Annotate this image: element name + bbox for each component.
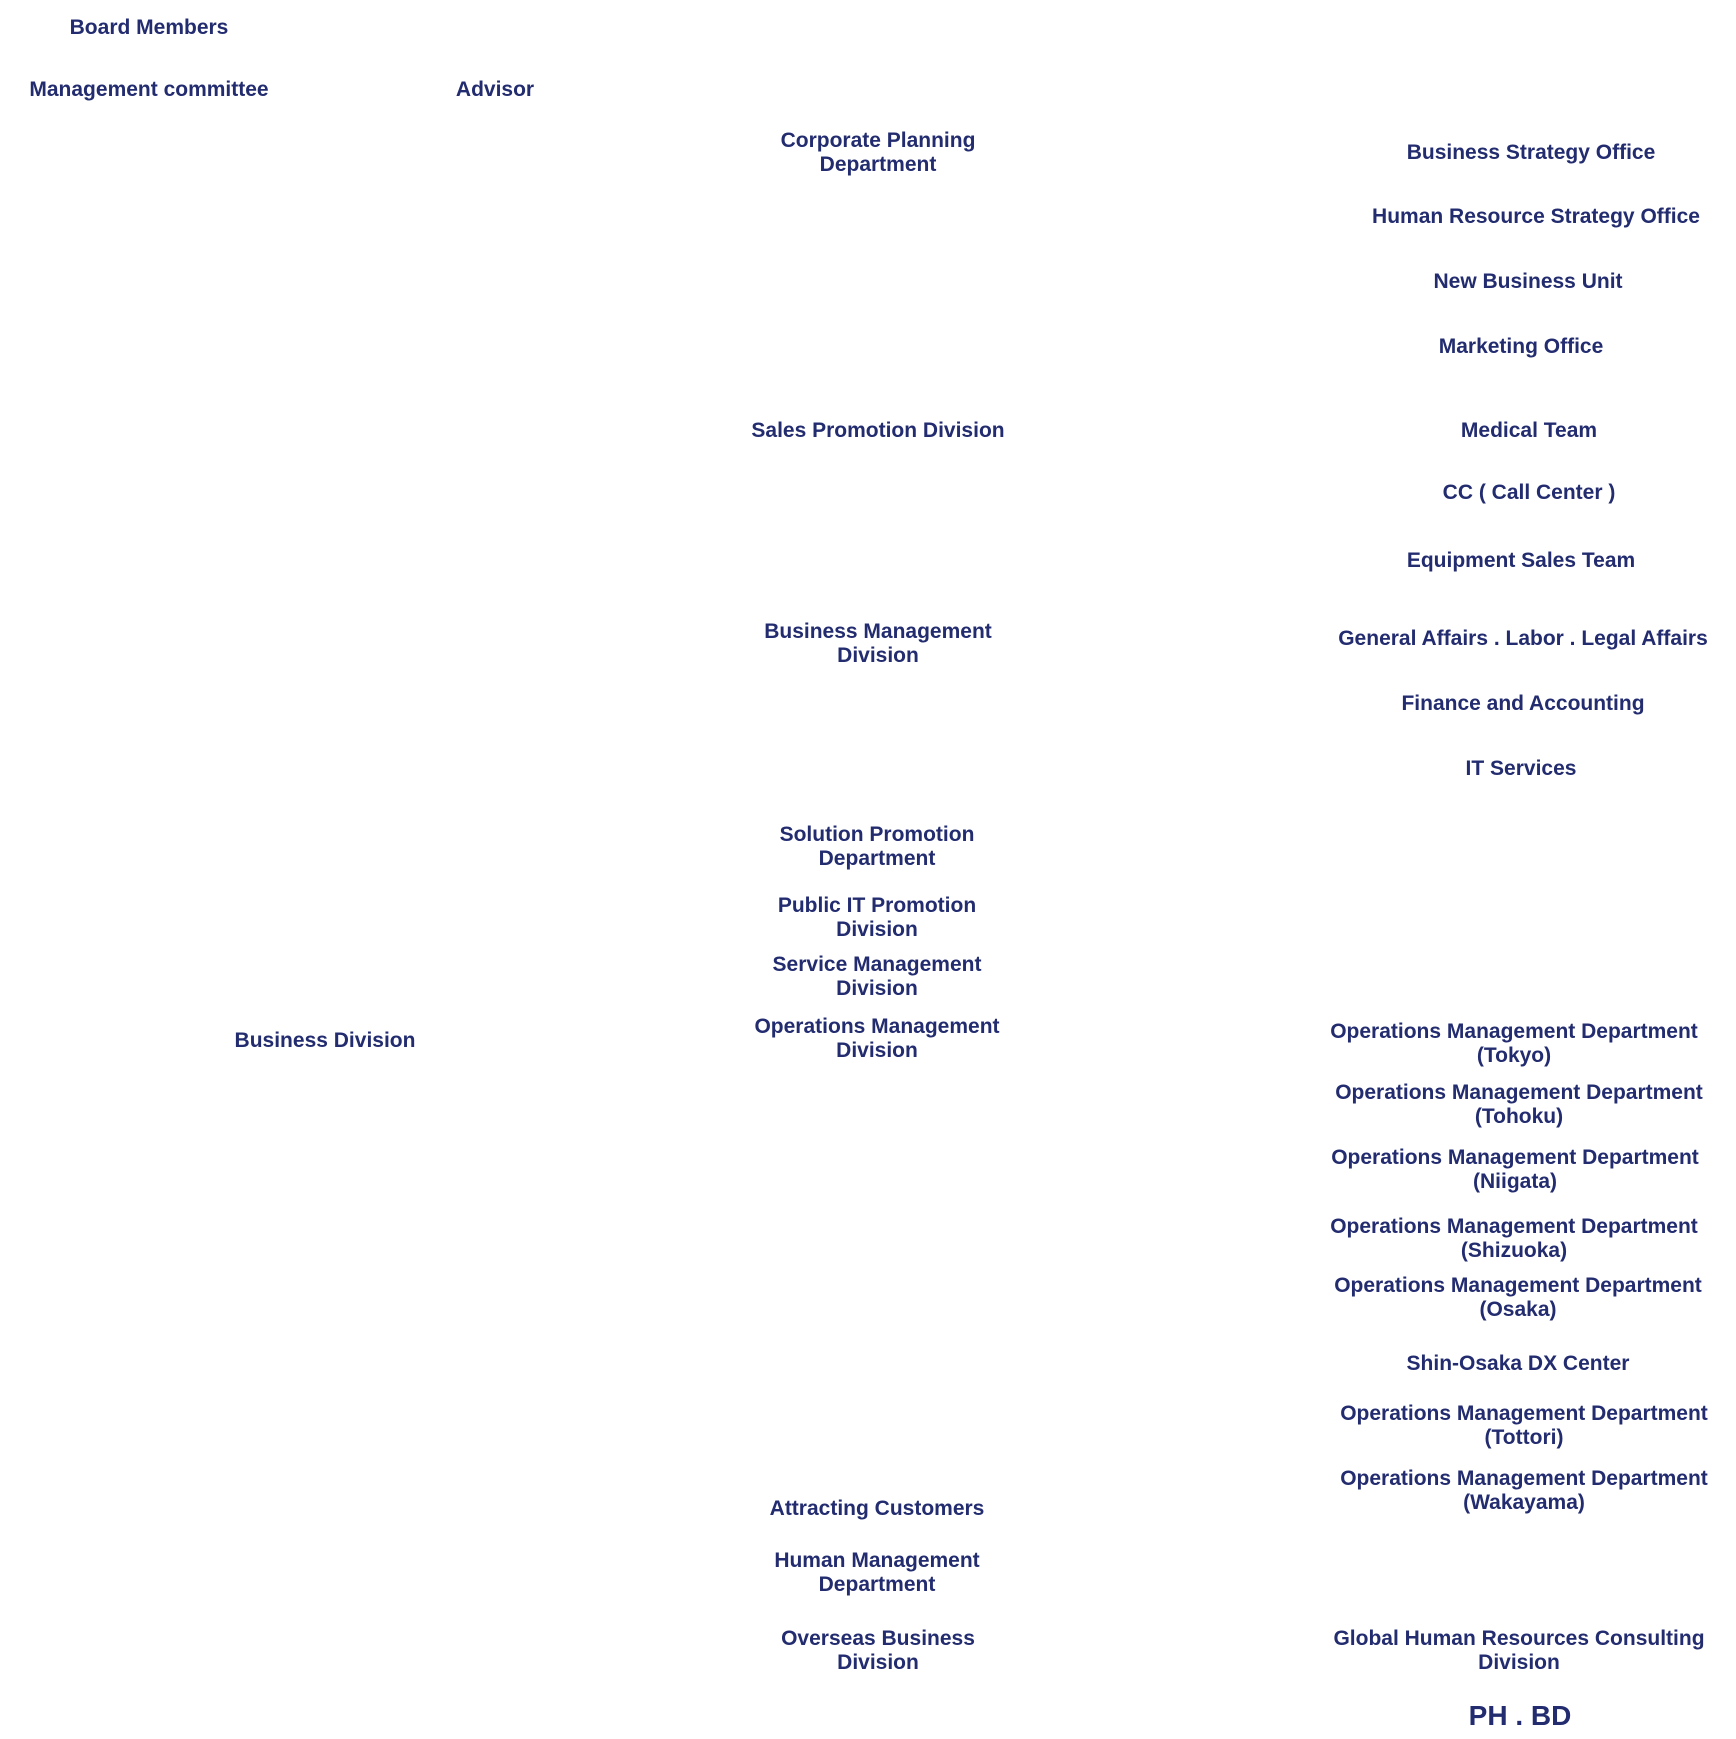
unit-business-strategy-office: Business Strategy Office xyxy=(1406,141,1656,164)
division-business-management: Business Management Division xyxy=(764,620,992,667)
unit-medical-team: Medical Team xyxy=(1460,419,1598,442)
unit-call-center: CC ( Call Center ) xyxy=(1442,481,1616,504)
division-operations-management: Operations Management Division xyxy=(754,1015,1000,1062)
board-members-node: Board Members xyxy=(69,16,229,39)
unit-new-business-unit: New Business Unit xyxy=(1433,270,1623,293)
unit-ops-tottori: Operations Management Department (Tottori… xyxy=(1340,1402,1708,1449)
division-solution-promotion: Solution Promotion Department xyxy=(779,823,975,870)
unit-ops-wakayama: Operations Management Department (Wakayam… xyxy=(1340,1467,1708,1514)
division-sales-promotion: Sales Promotion Division xyxy=(751,419,1005,442)
unit-equipment-sales-team: Equipment Sales Team xyxy=(1406,549,1636,572)
unit-finance-accounting: Finance and Accounting xyxy=(1401,692,1645,715)
unit-marketing-office: Marketing Office xyxy=(1438,335,1604,358)
division-human-management: Human Management Department xyxy=(774,1549,980,1596)
unit-hr-strategy-office: Human Resource Strategy Office xyxy=(1372,205,1700,228)
unit-ops-tohoku: Operations Management Department (Tohoku) xyxy=(1335,1081,1703,1128)
unit-ops-niigata: Operations Management Department (Niigata… xyxy=(1331,1146,1699,1193)
unit-ops-osaka: Operations Management Department (Osaka) xyxy=(1334,1274,1702,1321)
unit-ops-shizuoka: Operations Management Department (Shizuok… xyxy=(1330,1215,1698,1262)
unit-general-affairs: General Affairs . Labor . Legal Affairs xyxy=(1338,627,1708,650)
footer-label: PH . BD xyxy=(1468,1700,1572,1731)
unit-shin-osaka-dx-center: Shin-Osaka DX Center xyxy=(1406,1352,1630,1375)
division-attracting-customers: Attracting Customers xyxy=(769,1497,985,1520)
business-division-node: Business Division xyxy=(234,1029,416,1052)
division-public-it-promotion: Public IT Promotion Division xyxy=(777,894,977,941)
division-corporate-planning: Corporate Planning Department xyxy=(780,129,976,176)
unit-global-hr-consulting: Global Human Resources Consulting Divisio… xyxy=(1333,1627,1705,1674)
division-service-management: Service Management Division xyxy=(772,953,982,1000)
division-overseas-business: Overseas Business Division xyxy=(781,1627,975,1674)
management-committee-node: Management committee xyxy=(29,78,269,101)
advisor-node: Advisor xyxy=(455,78,535,101)
unit-it-services: IT Services xyxy=(1465,757,1577,780)
unit-ops-tokyo: Operations Management Department (Tokyo) xyxy=(1330,1020,1698,1067)
